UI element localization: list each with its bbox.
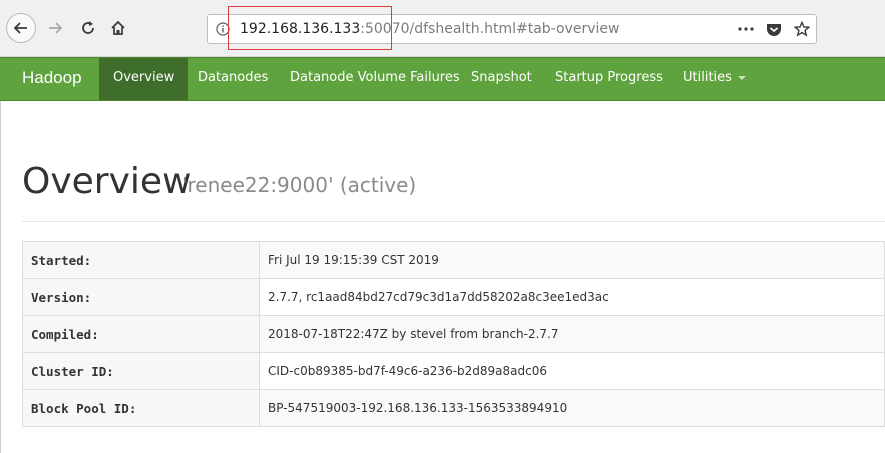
forward-arrow-icon <box>49 22 63 34</box>
row-key: Version: <box>22 278 260 316</box>
more-button[interactable] <box>732 15 760 43</box>
nav-item-datanode-volume-failures[interactable]: Datanode Volume Failures <box>276 58 474 100</box>
row-key: Compiled: <box>22 315 260 353</box>
nav-item-snapshot[interactable]: Snapshot <box>457 58 546 100</box>
bookmark-star-icon <box>794 21 810 37</box>
url-actions <box>732 15 816 43</box>
row-value: Fri Jul 19 19:15:39 CST 2019 <box>259 241 885 279</box>
page-title: Overview <box>22 161 192 202</box>
page-left-border <box>0 101 1 453</box>
nav-item-utilities-label: Utilities <box>683 70 732 85</box>
row-value: BP-547519003-192.168.136.133-15635338949… <box>259 389 885 427</box>
table-row: Compiled: 2018-07-18T22:47Z by stevel fr… <box>22 315 885 353</box>
url-highlight-box <box>228 6 392 50</box>
nav-item-startup-progress[interactable]: Startup Progress <box>541 58 677 100</box>
nav-item-utilities[interactable]: Utilities <box>669 58 760 100</box>
caret-down-icon <box>737 75 746 80</box>
url-bar[interactable]: 192.168.136.133:50070/dfshealth.html#tab… <box>207 6 817 50</box>
overview-info-table: Started: Fri Jul 19 19:15:39 CST 2019 Ve… <box>22 241 885 427</box>
table-row: Cluster ID: CID-c0b89385-bd7f-49c6-a236-… <box>22 352 885 390</box>
table-row: Block Pool ID: BP-547519003-192.168.136.… <box>22 389 885 427</box>
row-key: Block Pool ID: <box>22 389 260 427</box>
back-arrow-icon <box>13 22 27 34</box>
table-row: Version: 2.7.7, rc1aad84bd27cd79c3d1a7dd… <box>22 278 885 316</box>
row-key: Started: <box>22 241 260 279</box>
home-button[interactable] <box>103 13 133 43</box>
row-value: 2018-07-18T22:47Z by stevel from branch-… <box>259 315 885 353</box>
nav-item-overview[interactable]: Overview <box>99 58 189 100</box>
row-value: CID-c0b89385-bd7f-49c6-a236-b2d89a8adc06 <box>259 352 885 390</box>
bookmark-button[interactable] <box>788 15 816 43</box>
brand-link[interactable]: Hadoop <box>22 58 82 100</box>
row-key: Cluster ID: <box>22 352 260 390</box>
forward-button[interactable] <box>40 13 70 43</box>
row-value: 2.7.7, rc1aad84bd27cd79c3d1a7dd58202a8c3… <box>259 278 885 316</box>
back-button[interactable] <box>6 13 36 43</box>
browser-toolbar: 192.168.136.133:50070/dfshealth.html#tab… <box>0 0 885 57</box>
pocket-button[interactable] <box>760 15 788 43</box>
nav-item-datanodes[interactable]: Datanodes <box>184 58 282 100</box>
hadoop-navbar: Hadoop Overview Datanodes Datanode Volum… <box>0 57 885 101</box>
more-icon <box>738 27 754 31</box>
reload-icon <box>82 21 94 34</box>
page-header: Overview 'renee22:9000' (active) <box>22 160 885 222</box>
url-path: :50070/dfshealth.html#tab-overview <box>360 21 620 37</box>
page-subtitle: 'renee22:9000' (active) <box>182 173 417 197</box>
home-icon <box>111 20 125 35</box>
pocket-icon <box>767 23 781 36</box>
table-row: Started: Fri Jul 19 19:15:39 CST 2019 <box>22 241 885 279</box>
reload-button[interactable] <box>73 13 103 43</box>
